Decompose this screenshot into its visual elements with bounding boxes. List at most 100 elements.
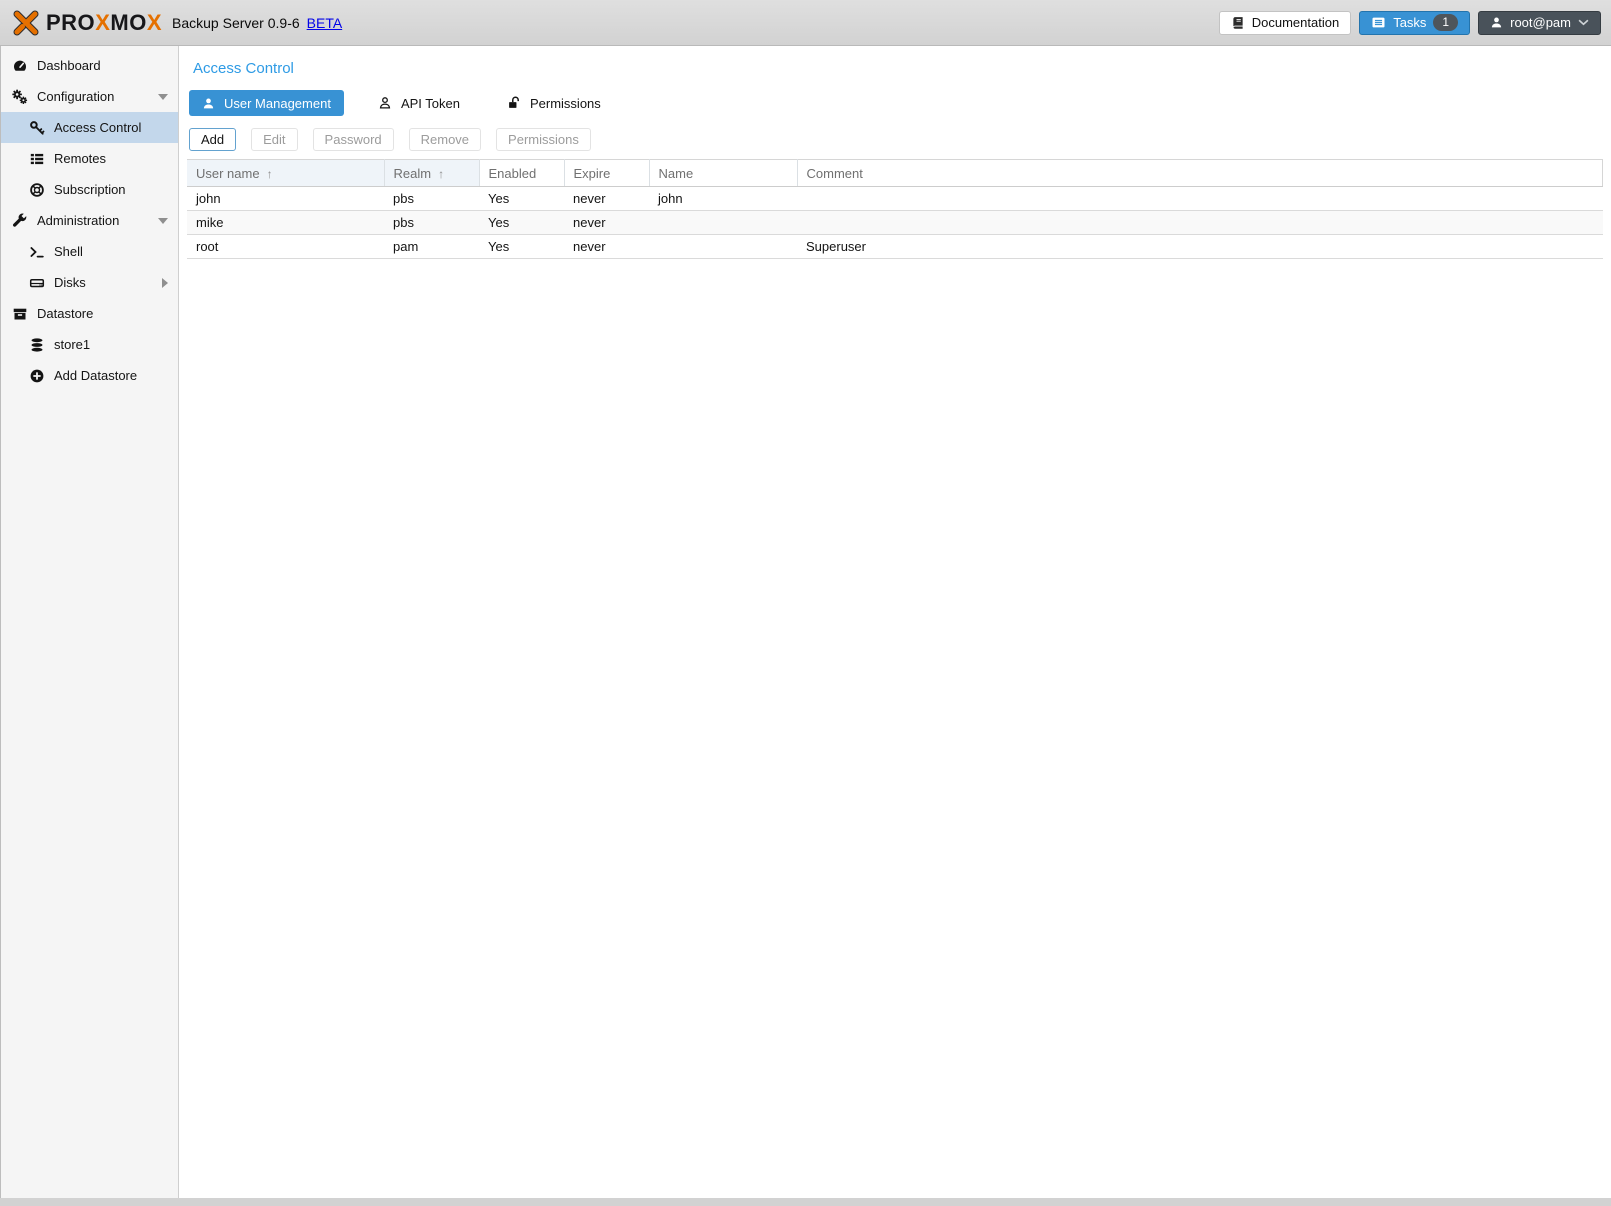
page-title: Access Control xyxy=(193,60,1603,77)
sort-asc-icon: ↑ xyxy=(267,167,273,181)
cell-realm: pbs xyxy=(384,211,479,235)
sidebar-item-access-control[interactable]: Access Control xyxy=(1,112,178,143)
chevron-right-icon xyxy=(162,278,168,288)
beta-link[interactable]: BETA xyxy=(307,15,343,31)
unlock-icon xyxy=(507,96,521,110)
sidebar-item-add-datastore[interactable]: Add Datastore xyxy=(1,360,178,391)
key-icon xyxy=(28,120,45,136)
sidebar-item-label: Subscription xyxy=(54,182,126,197)
cell-name xyxy=(649,211,797,235)
tab-label: Permissions xyxy=(530,96,601,111)
cell-enabled: Yes xyxy=(479,211,564,235)
gears-icon xyxy=(11,89,28,105)
chevron-down-icon xyxy=(158,218,168,224)
cell-name: john xyxy=(649,187,797,211)
cell-enabled: Yes xyxy=(479,235,564,259)
dashboard-icon xyxy=(11,58,28,74)
user-outline-icon xyxy=(378,96,392,110)
sidebar-item-configuration[interactable]: Configuration xyxy=(1,81,178,112)
cell-comment xyxy=(797,187,1603,211)
support-icon xyxy=(28,182,45,198)
table-row[interactable]: mike pbs Yes never xyxy=(187,211,1603,235)
book-icon xyxy=(1231,16,1245,30)
proxmox-logo-text: PROXMOX xyxy=(46,12,162,34)
sidebar-nav: Dashboard Configuration Access Control xyxy=(1,46,179,1198)
cell-name xyxy=(649,235,797,259)
sidebar-item-administration[interactable]: Administration xyxy=(1,205,178,236)
product-name: Backup Server 0.9-6 xyxy=(172,15,300,31)
hdd-icon xyxy=(28,275,45,291)
sidebar-item-label: Configuration xyxy=(37,89,114,104)
cell-expire: never xyxy=(564,211,649,235)
cell-expire: never xyxy=(564,187,649,211)
sidebar-item-label: Add Datastore xyxy=(54,368,137,383)
sidebar-item-remotes[interactable]: Remotes xyxy=(1,143,178,174)
table-row[interactable]: john pbs Yes never john xyxy=(187,187,1603,211)
add-button[interactable]: Add xyxy=(189,128,236,151)
archive-icon xyxy=(11,306,28,322)
tab-permissions[interactable]: Permissions xyxy=(494,90,614,116)
tasks-button[interactable]: Tasks 1 xyxy=(1359,11,1470,35)
cell-realm: pbs xyxy=(384,187,479,211)
list-icon xyxy=(28,151,45,167)
sidebar-item-label: Shell xyxy=(54,244,83,259)
user-icon xyxy=(1490,16,1503,29)
tab-api-token[interactable]: API Token xyxy=(365,90,473,116)
sidebar-item-shell[interactable]: Shell xyxy=(1,236,178,267)
tasks-label: Tasks xyxy=(1393,15,1426,30)
grid-toolbar: Add Edit Password Remove Permissions xyxy=(189,128,1603,151)
header-actions: Documentation Tasks 1 root@pam xyxy=(1219,11,1601,35)
column-header-enabled[interactable]: Enabled xyxy=(479,160,564,187)
sort-asc-icon: ↑ xyxy=(438,167,444,181)
tasks-count-badge: 1 xyxy=(1433,14,1458,31)
edit-button: Edit xyxy=(251,128,297,151)
proxmox-brand: PROXMOX Backup Server 0.9-6 BETA xyxy=(10,7,342,39)
wrench-icon xyxy=(11,213,28,229)
documentation-button[interactable]: Documentation xyxy=(1219,11,1351,35)
sidebar-item-label: Disks xyxy=(54,275,86,290)
sidebar-item-store1[interactable]: store1 xyxy=(1,329,178,360)
column-header-comment[interactable]: Comment xyxy=(797,160,1603,187)
chevron-down-icon xyxy=(1578,19,1589,26)
user-menu-button[interactable]: root@pam xyxy=(1478,11,1601,35)
sidebar-item-disks[interactable]: Disks xyxy=(1,267,178,298)
main-area: Dashboard Configuration Access Control xyxy=(0,46,1611,1198)
sidebar-item-label: Access Control xyxy=(54,120,141,135)
top-header: PROXMOX Backup Server 0.9-6 BETA Documen… xyxy=(0,0,1611,46)
cell-enabled: Yes xyxy=(479,187,564,211)
cell-comment: Superuser xyxy=(797,235,1603,259)
column-header-name[interactable]: Name xyxy=(649,160,797,187)
column-header-username[interactable]: User name↑ xyxy=(187,160,384,187)
database-icon xyxy=(28,337,45,353)
sidebar-item-label: Administration xyxy=(37,213,119,228)
tasks-icon xyxy=(1371,15,1386,30)
user-icon xyxy=(202,97,215,110)
proxmox-logo-icon xyxy=(10,7,42,39)
cell-username: mike xyxy=(187,211,384,235)
terminal-icon xyxy=(28,244,45,260)
cell-expire: never xyxy=(564,235,649,259)
sidebar-item-datastore[interactable]: Datastore xyxy=(1,298,178,329)
users-table: User name↑ Realm↑ Enabled Expire Name Co… xyxy=(187,159,1603,259)
table-row[interactable]: root pam Yes never Superuser xyxy=(187,235,1603,259)
sidebar-item-subscription[interactable]: Subscription xyxy=(1,174,178,205)
sidebar-item-label: Remotes xyxy=(54,151,106,166)
sidebar-item-dashboard[interactable]: Dashboard xyxy=(1,50,178,81)
chevron-down-icon xyxy=(158,94,168,100)
cell-realm: pam xyxy=(384,235,479,259)
column-header-expire[interactable]: Expire xyxy=(564,160,649,187)
tab-label: User Management xyxy=(224,96,331,111)
sidebar-item-label: Datastore xyxy=(37,306,93,321)
sidebar-item-label: store1 xyxy=(54,337,90,352)
cell-username: john xyxy=(187,187,384,211)
table-header-row: User name↑ Realm↑ Enabled Expire Name Co… xyxy=(187,160,1603,187)
documentation-label: Documentation xyxy=(1252,15,1339,30)
app-root: PROXMOX Backup Server 0.9-6 BETA Documen… xyxy=(0,0,1611,1198)
sidebar-item-label: Dashboard xyxy=(37,58,101,73)
tab-user-management[interactable]: User Management xyxy=(189,90,344,116)
password-button: Password xyxy=(313,128,394,151)
plus-circle-icon xyxy=(28,368,45,384)
tab-bar: User Management API Token Permissions xyxy=(189,90,1603,116)
tab-label: API Token xyxy=(401,96,460,111)
column-header-realm[interactable]: Realm↑ xyxy=(384,160,479,187)
